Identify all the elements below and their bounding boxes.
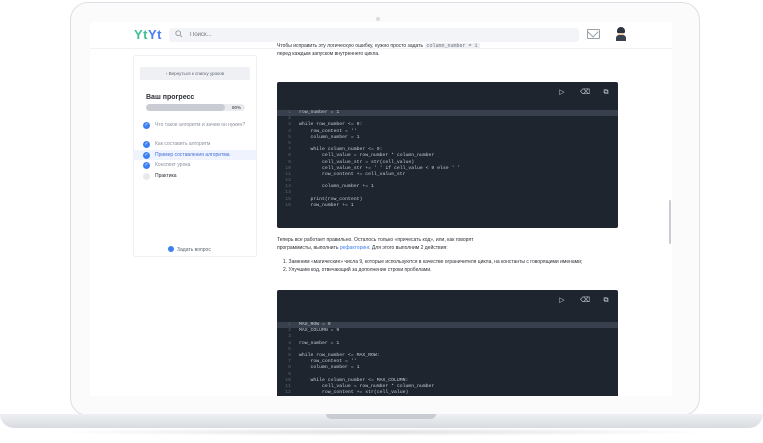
back-label: Вернуться к списку уроков xyxy=(168,71,225,76)
logo[interactable]: YtYt xyxy=(134,27,162,42)
lesson-content: Чтобы исправить эту логическую ошибку, н… xyxy=(277,42,619,396)
avatar[interactable] xyxy=(615,27,627,41)
code-lines: 1 row_number = 1 2 3 while row_number <= 9: 4… xyxy=(277,110,618,209)
copy-icon[interactable]: ⧉ xyxy=(602,89,610,97)
mid-text-2b: . Для этого выполним 2 действия: xyxy=(369,245,448,251)
progress-title: Ваш прогресс xyxy=(146,94,195,101)
progress-fill xyxy=(146,104,226,111)
intro-text: Чтобы исправить эту логическую ошибку, н… xyxy=(277,43,424,49)
screen: YtYt ‹ Вернуться к списку уроков Ваш про… xyxy=(90,22,672,396)
code-text: row_number += 1 xyxy=(299,202,354,208)
logo-part-2: Yt xyxy=(148,27,162,42)
play-icon[interactable]: ▷ xyxy=(558,89,566,97)
ask-question-button[interactable]: Задать вопрос xyxy=(168,246,211,253)
code-toolbar: ▷ ⌫ ⧉ xyxy=(558,297,610,305)
code-toolbar: ▷ ⌫ ⧉ xyxy=(558,89,610,97)
camera xyxy=(376,17,380,21)
step-algorithm-example[interactable]: ✓ Пример составления алгоритма xyxy=(134,149,256,160)
chat-icon xyxy=(168,246,174,252)
code-lines: 1 MAX_ROW = 9 2 MAX_COLUMN = 9 3 4 row_number … xyxy=(277,322,618,396)
code-line: 12 row_content += str(cell_value) xyxy=(277,390,618,396)
mid-paragraph: Теперь все работает правильно. Осталось … xyxy=(277,236,617,252)
eraser-icon[interactable]: ⌫ xyxy=(580,89,590,97)
check-icon: ✓ xyxy=(143,151,150,159)
circle-icon xyxy=(143,172,150,180)
refactoring-link[interactable]: рефакторинг xyxy=(340,245,369,251)
back-to-lessons-button[interactable]: ‹ Вернуться к списку уроков xyxy=(140,67,250,80)
step-lesson-summary[interactable]: ✓ Конспект урока xyxy=(134,160,256,171)
step-label: Конспект урока xyxy=(155,162,191,168)
mid-text-2a: программисты, выполнить xyxy=(277,245,339,251)
lesson-steps: ✓ Что такое алгоритм и зачем он нужен? ✓… xyxy=(134,120,256,181)
eraser-icon[interactable]: ⌫ xyxy=(580,297,590,305)
ask-label: Задать вопрос xyxy=(177,247,211,253)
step-label: Как составить алгоритм xyxy=(155,141,211,147)
step-label: Пример составления алгоритма xyxy=(155,151,230,158)
mid-text-1: Теперь все работает правильно. Осталось … xyxy=(277,237,474,243)
lesson-sidebar: ‹ Вернуться к списку уроков Ваш прогресс… xyxy=(133,55,257,257)
inline-code: column_number = 1 xyxy=(424,43,480,49)
mail-icon[interactable] xyxy=(587,29,600,39)
play-icon[interactable]: ▷ xyxy=(558,297,566,305)
check-icon: ✓ xyxy=(143,162,150,169)
line-number: 12 xyxy=(285,390,291,396)
step-what-is-algorithm[interactable]: ✓ Что такое алгоритм и зачем он нужен? xyxy=(134,120,256,139)
laptop-shadow xyxy=(40,428,723,436)
code-block-2: ▷ ⌫ ⧉ 1 MAX_ROW = 9 2 MAX_COLUMN = 9 3 4 row_n… xyxy=(277,290,618,396)
scrollbar[interactable] xyxy=(669,200,671,244)
code-block-1: ▷ ⌫ ⧉ 1 row_number = 1 2 3 while row_number … xyxy=(277,82,618,228)
logo-part-1: Yt xyxy=(134,27,148,42)
search-input[interactable] xyxy=(188,31,392,39)
code-text: row_content += str(cell_value) xyxy=(299,390,409,396)
search-box[interactable] xyxy=(169,28,579,42)
list-item: 2. Улучшим код, отвечающий за дополнение… xyxy=(283,267,432,273)
line-number: 16 xyxy=(285,202,291,208)
intro-paragraph: Чтобы исправить эту логическую ошибку, н… xyxy=(277,42,617,58)
search-icon xyxy=(175,30,185,40)
step-how-to-make-algorithm[interactable]: ✓ Как составить алгоритм xyxy=(134,139,256,150)
copy-icon[interactable]: ⧉ xyxy=(602,297,610,305)
step-practice[interactable]: Практика xyxy=(134,171,256,182)
action-list: 1. Заменим «магические» числа 9, которые… xyxy=(277,258,617,274)
list-item: 1. Заменим «магические» числа 9, которые… xyxy=(283,259,583,265)
intro-text-2: перед каждым запуском внутреннего цикла. xyxy=(277,51,380,57)
laptop-notch xyxy=(326,414,436,419)
progress-bar: 80% xyxy=(146,104,245,111)
check-icon: ✓ xyxy=(143,122,150,129)
progress-label: 80% xyxy=(231,105,241,110)
code-line: 16 row_number += 1 xyxy=(277,203,618,209)
check-icon: ✓ xyxy=(143,141,150,148)
step-label: Практика xyxy=(155,172,177,179)
step-label: Что такое алгоритм и зачем он нужен? xyxy=(155,122,246,128)
